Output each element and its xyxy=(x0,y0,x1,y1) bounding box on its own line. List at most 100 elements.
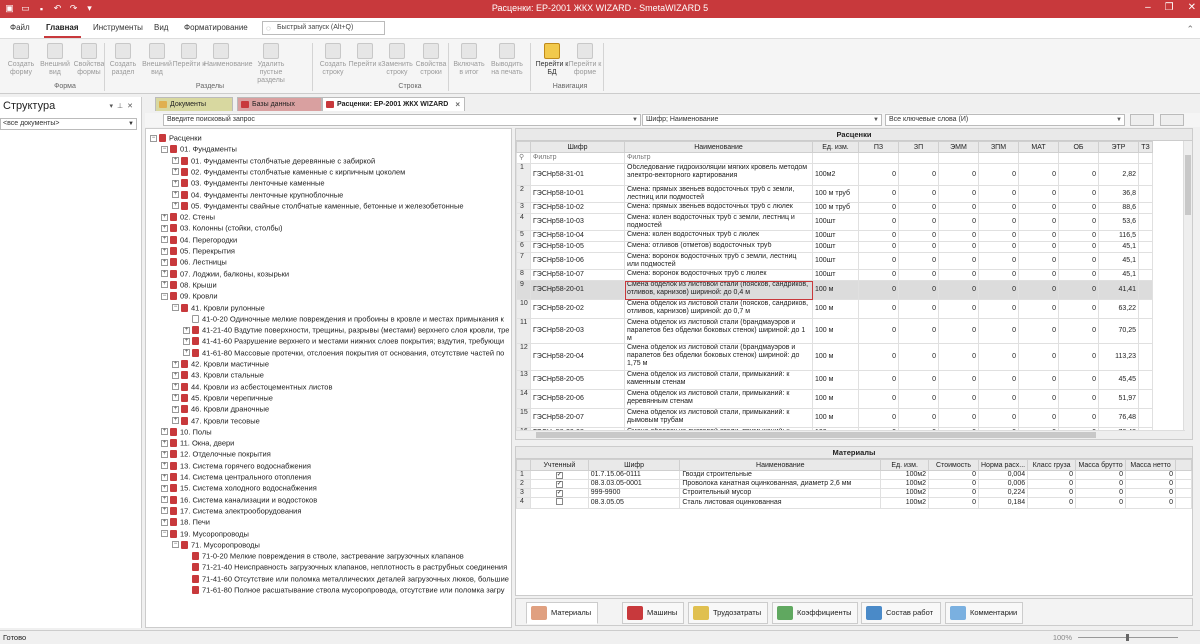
expand-icon[interactable]: + xyxy=(161,247,168,255)
table-row[interactable]: 2 ✓ 08.3.03.05-0001 Проволока канатная оцин… xyxy=(516,479,1192,489)
menu-tab-Главная[interactable]: Главная xyxy=(44,23,81,38)
table-row[interactable]: 1 ✓ 01.7.15.06-0111 Гвозди строительные 100м… xyxy=(516,470,1192,480)
scroll-thumb[interactable] xyxy=(536,432,1096,438)
tree-node[interactable]: +44. Кровли из асбестоцементных листов xyxy=(146,381,511,392)
name-filter-input[interactable]: Фильтр xyxy=(624,152,813,164)
tree-node[interactable]: +05. Перекрытия xyxy=(146,245,511,256)
ribbon-button[interactable]: Перейти к xyxy=(172,43,206,69)
table-row[interactable]: 4 ГЭСНр58-10-03 Смена: колен водосточных т… xyxy=(516,213,1153,231)
minimize-icon[interactable]: – xyxy=(1145,2,1151,13)
table-row[interactable]: 13 ГЭСНр58-20-05 Смена обделок из листовой… xyxy=(516,370,1153,390)
table-row[interactable]: 9 ГЭСНр58-20-01 Смена обделок из листовой … xyxy=(516,280,1153,300)
tree-node[interactable]: +47. Кровли тесовые xyxy=(146,415,511,426)
tree-node[interactable]: +10. Полы xyxy=(146,426,511,437)
column-header[interactable]: Норма расх... xyxy=(977,459,1029,471)
tree-node[interactable]: +14. Система центрального отопления xyxy=(146,471,511,482)
expand-icon[interactable]: + xyxy=(172,157,179,165)
filter-cell[interactable] xyxy=(858,152,899,164)
rates-vertical-scrollbar[interactable] xyxy=(1183,141,1192,439)
column-header[interactable] xyxy=(1175,459,1192,471)
accounted-checkbox[interactable]: ✓ xyxy=(555,481,563,488)
ribbon-button[interactable]: Заменить строку xyxy=(380,43,414,77)
ribbon-button[interactable]: Выводить на печать xyxy=(490,43,524,77)
ribbon-button[interactable]: Внешний вид xyxy=(140,43,174,77)
document-filter-combo[interactable]: <все документы> ▼ xyxy=(0,118,137,130)
expand-icon[interactable]: + xyxy=(161,213,168,221)
tree-node[interactable]: +03. Колонны (стойки, столбы) xyxy=(146,222,511,233)
expand-icon[interactable]: + xyxy=(161,450,168,458)
table-row[interactable]: 2 ГЭСНр58-10-01 Смена: прямых звеньев водо… xyxy=(516,185,1153,203)
tree-node[interactable]: +07. Лоджии, балконы, козырьки xyxy=(146,268,511,279)
column-header[interactable]: ЭММ xyxy=(938,141,979,153)
tree-node[interactable]: +42. Кровли мастичные xyxy=(146,358,511,369)
document-tab[interactable]: Базы данных xyxy=(237,97,322,111)
maximize-icon[interactable]: ❐ xyxy=(1165,2,1174,13)
column-header[interactable]: ПЗ xyxy=(858,141,899,153)
ribbon-button[interactable]: Создать форму xyxy=(4,43,38,77)
detail-tab[interactable]: Материалы xyxy=(526,602,598,624)
tree-node[interactable]: 71-61-80 Полное расшатывание ствола мусо… xyxy=(146,584,511,595)
ribbon-button[interactable]: Перейти к БД xyxy=(535,43,569,77)
expand-icon[interactable]: + xyxy=(161,236,168,244)
table-row[interactable]: 7 ГЭСНр58-10-06 Смена: воронок водосточных… xyxy=(516,252,1153,270)
tree-node[interactable]: +41-41-60 Разрушение верхнего и местами … xyxy=(146,335,511,346)
expand-icon[interactable]: + xyxy=(172,417,179,425)
tree-node[interactable]: +46. Кровли драночные xyxy=(146,403,511,414)
ribbon-button[interactable]: Внешний вид xyxy=(38,43,72,77)
column-header[interactable] xyxy=(516,141,531,153)
expand-icon[interactable]: + xyxy=(183,337,190,345)
filter-cell[interactable] xyxy=(978,152,1019,164)
expand-icon[interactable]: + xyxy=(183,326,190,334)
expand-icon[interactable]: + xyxy=(172,405,179,413)
collapse-icon[interactable]: − xyxy=(150,134,157,142)
expand-icon[interactable]: + xyxy=(172,383,179,391)
document-tab[interactable]: Документы xyxy=(155,97,233,111)
tree-node[interactable]: +02. Фундаменты столбчатые каменные с ки… xyxy=(146,166,511,177)
expand-icon[interactable]: + xyxy=(161,473,168,481)
column-header[interactable]: Ед. изм. xyxy=(812,141,859,153)
code-filter-input[interactable]: Фильтр xyxy=(530,152,625,164)
tree-node[interactable]: 71-21-40 Неисправность загрузочных клапа… xyxy=(146,561,511,572)
tree-node[interactable]: +41-61-80 Массовые протечки, отслоения п… xyxy=(146,347,511,358)
filter-cell[interactable] xyxy=(938,152,979,164)
column-header[interactable] xyxy=(516,459,531,471)
collapse-icon[interactable]: − xyxy=(172,304,179,312)
tree-node[interactable]: +15. Система холодного водоснабжения xyxy=(146,482,511,493)
tree-node[interactable]: − 19. Мусоропроводы xyxy=(146,528,511,539)
expand-icon[interactable]: + xyxy=(161,462,168,470)
tree-node[interactable]: − Расценки xyxy=(146,132,511,143)
column-header[interactable]: МАТ xyxy=(1018,141,1059,153)
collapse-icon[interactable]: − xyxy=(172,541,179,549)
accounted-checkbox[interactable]: ✓ xyxy=(555,472,563,479)
expand-icon[interactable]: + xyxy=(161,281,168,289)
column-header[interactable]: ЭТР xyxy=(1098,141,1139,153)
ribbon-button[interactable]: Свойства строки xyxy=(414,43,448,77)
detail-tab[interactable]: Комментарии xyxy=(945,602,1023,624)
expand-icon[interactable]: + xyxy=(161,518,168,526)
tree-node[interactable]: +45. Кровли черепичные xyxy=(146,392,511,403)
detail-tab[interactable]: Машины xyxy=(622,602,684,624)
expand-icon[interactable]: + xyxy=(161,428,168,436)
document-tab[interactable]: Расценки: ЕР-2001 ЖКХ WIZARD × xyxy=(322,97,465,111)
close-icon[interactable]: × xyxy=(455,98,460,111)
menu-tab-Форматирование[interactable]: Форматирование xyxy=(184,23,248,32)
filter-cell[interactable] xyxy=(898,152,939,164)
table-row[interactable]: 15 ГЭСНр58-20-07 Смена обделок из листовой… xyxy=(516,408,1153,428)
expand-icon[interactable]: + xyxy=(161,258,168,266)
search-field-combo[interactable]: Шифр; Наименование ▼ xyxy=(642,114,882,126)
close-icon[interactable]: ✕ xyxy=(1188,2,1196,13)
ribbon-button[interactable]: Перейти к xyxy=(348,43,382,69)
tree-node[interactable]: − 41. Кровли рулонные xyxy=(146,302,511,313)
ribbon-button[interactable]: Создать строку xyxy=(316,43,350,77)
tree-node[interactable]: +04. Фундаменты ленточные крупноблочные xyxy=(146,189,511,200)
collapse-icon[interactable]: − xyxy=(161,530,168,538)
ribbon-button[interactable]: Свойства формы xyxy=(72,43,106,77)
expand-icon[interactable]: + xyxy=(172,360,179,368)
tree-node[interactable]: +12. Отделочные покрытия xyxy=(146,448,511,459)
expand-icon[interactable]: + xyxy=(172,191,179,199)
detail-tab[interactable]: Состав работ xyxy=(861,602,941,624)
filter-icon[interactable]: ⚲ xyxy=(516,152,531,164)
table-row[interactable]: 6 ГЭСНр58-10-05 Смена: отливов (отметов) в… xyxy=(516,241,1153,253)
tree-node[interactable]: 41-0-20 Одиночные мелкие повреждения и п… xyxy=(146,313,511,324)
expand-icon[interactable]: + xyxy=(172,202,179,210)
